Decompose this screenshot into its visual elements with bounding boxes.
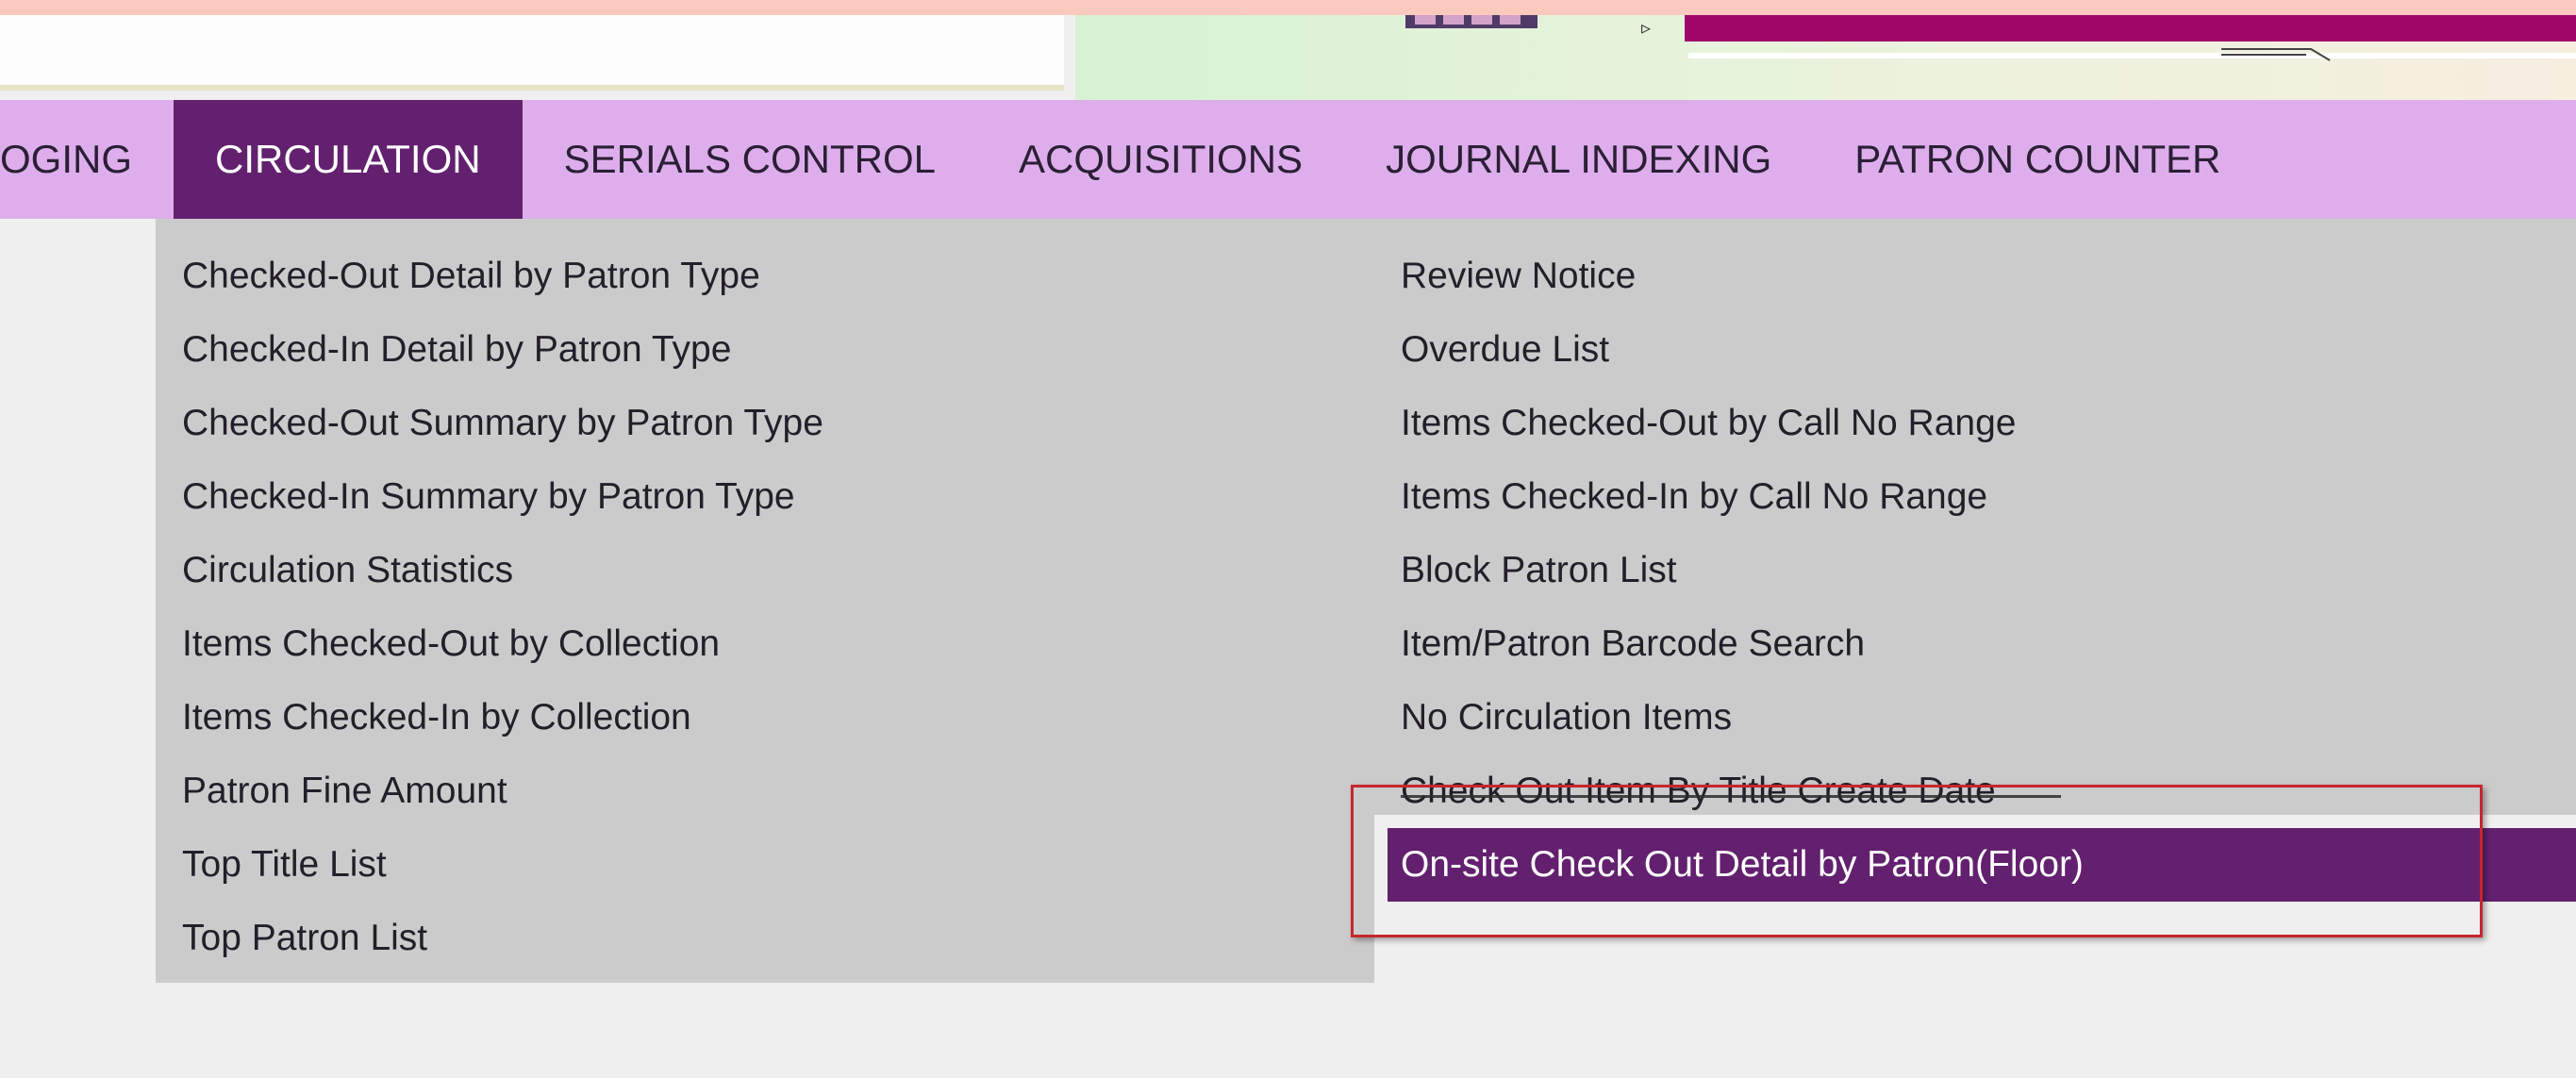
menu-item-top-title-list[interactable]: Top Title List — [182, 828, 823, 902]
dropdown-left-column: Checked-Out Detail by Patron Type Checke… — [182, 240, 823, 975]
header-banner: ▹ — [1075, 15, 2576, 100]
banner-tiles — [1405, 15, 1537, 28]
banner-mark-icon — [2221, 48, 2331, 61]
banner-divider — [1688, 53, 2576, 58]
menu-item-overdue-list[interactable]: Overdue List — [1401, 313, 2576, 387]
menu-item-checked-in-summary[interactable]: Checked-In Summary by Patron Type — [182, 460, 823, 534]
tab-circulation[interactable]: CIRCULATION — [174, 100, 523, 219]
menu-item-circulation-statistics[interactable]: Circulation Statistics — [182, 534, 823, 607]
tab-serials-control[interactable]: SERIALS CONTROL — [523, 100, 977, 219]
tab-patron-counter[interactable]: PATRON COUNTER — [1813, 100, 2262, 219]
tab-cataloging[interactable]: OGING — [0, 100, 174, 219]
menu-item-top-patron-list[interactable]: Top Patron List — [182, 902, 823, 975]
menu-item-checked-in-detail[interactable]: Checked-In Detail by Patron Type — [182, 313, 823, 387]
menu-item-checked-out-summary[interactable]: Checked-Out Summary by Patron Type — [182, 387, 823, 460]
menu-item-checked-out-detail[interactable]: Checked-Out Detail by Patron Type — [182, 240, 823, 313]
tab-journal-indexing[interactable]: JOURNAL INDEXING — [1344, 100, 1813, 219]
highlight-annotation-box — [1351, 785, 2483, 937]
menu-item-checked-in-by-collection[interactable]: Items Checked-In by Collection — [182, 681, 823, 755]
header-search-area — [0, 15, 1064, 91]
tab-acquisitions[interactable]: ACQUISITIONS — [977, 100, 1344, 219]
menu-item-checked-in-by-call-no[interactable]: Items Checked-In by Call No Range — [1401, 460, 2576, 534]
menu-item-checked-out-by-collection[interactable]: Items Checked-Out by Collection — [182, 607, 823, 681]
top-strip — [0, 0, 2576, 15]
play-triangle-icon: ▹ — [1641, 18, 1652, 39]
menu-item-checked-out-by-call-no[interactable]: Items Checked-Out by Call No Range — [1401, 387, 2576, 460]
main-navbar: OGING CIRCULATION SERIALS CONTROL ACQUIS… — [0, 100, 2576, 219]
menu-item-barcode-search[interactable]: Item/Patron Barcode Search — [1401, 607, 2576, 681]
dropdown-right-panel: Review Notice Overdue List Items Checked… — [1374, 219, 2576, 902]
circulation-dropdown-menu: Checked-Out Detail by Patron Type Checke… — [156, 219, 1374, 983]
menu-item-review-notice[interactable]: Review Notice — [1401, 240, 2576, 313]
menu-item-patron-fine-amount[interactable]: Patron Fine Amount — [182, 755, 823, 828]
banner-band — [1685, 15, 2576, 41]
menu-item-block-patron-list[interactable]: Block Patron List — [1401, 534, 2576, 607]
menu-item-no-circulation-items[interactable]: No Circulation Items — [1401, 681, 2576, 755]
